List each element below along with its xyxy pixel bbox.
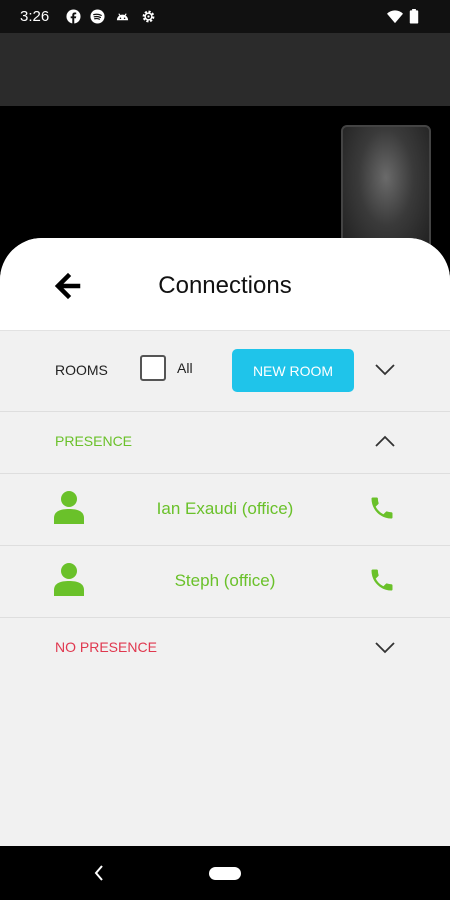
system-nav-bar [0, 846, 450, 900]
new-room-button[interactable]: NEW ROOM [232, 349, 354, 392]
chevron-up-icon[interactable] [374, 434, 396, 448]
phone-icon[interactable] [368, 566, 396, 594]
battery-icon [409, 9, 419, 24]
chevron-down-icon[interactable] [374, 363, 396, 377]
settings-icon [142, 10, 155, 23]
connections-sheet: Connections ROOMS All NEW ROOM PRESENCE … [0, 238, 450, 846]
phone-icon[interactable] [368, 494, 396, 522]
all-rooms-checkbox[interactable] [140, 355, 166, 381]
all-rooms-label: All [177, 360, 193, 376]
self-video-preview[interactable] [341, 125, 431, 255]
no-presence-title: NO PRESENCE [55, 639, 157, 655]
status-time: 3:26 [20, 8, 50, 25]
sheet-header: Connections [0, 238, 450, 331]
facebook-icon [66, 9, 81, 24]
android-icon [116, 13, 129, 21]
nav-back-icon[interactable] [92, 864, 106, 882]
page-title: Connections [158, 272, 292, 299]
spotify-icon [90, 9, 105, 24]
presence-title: PRESENCE [55, 433, 133, 449]
nav-home-button[interactable] [209, 867, 241, 880]
chevron-down-icon[interactable] [374, 641, 396, 655]
call-app-bar [0, 33, 450, 106]
status-bar: 3:26 [0, 0, 450, 33]
rooms-label: ROOMS [55, 362, 108, 378]
wifi-icon [387, 10, 403, 24]
